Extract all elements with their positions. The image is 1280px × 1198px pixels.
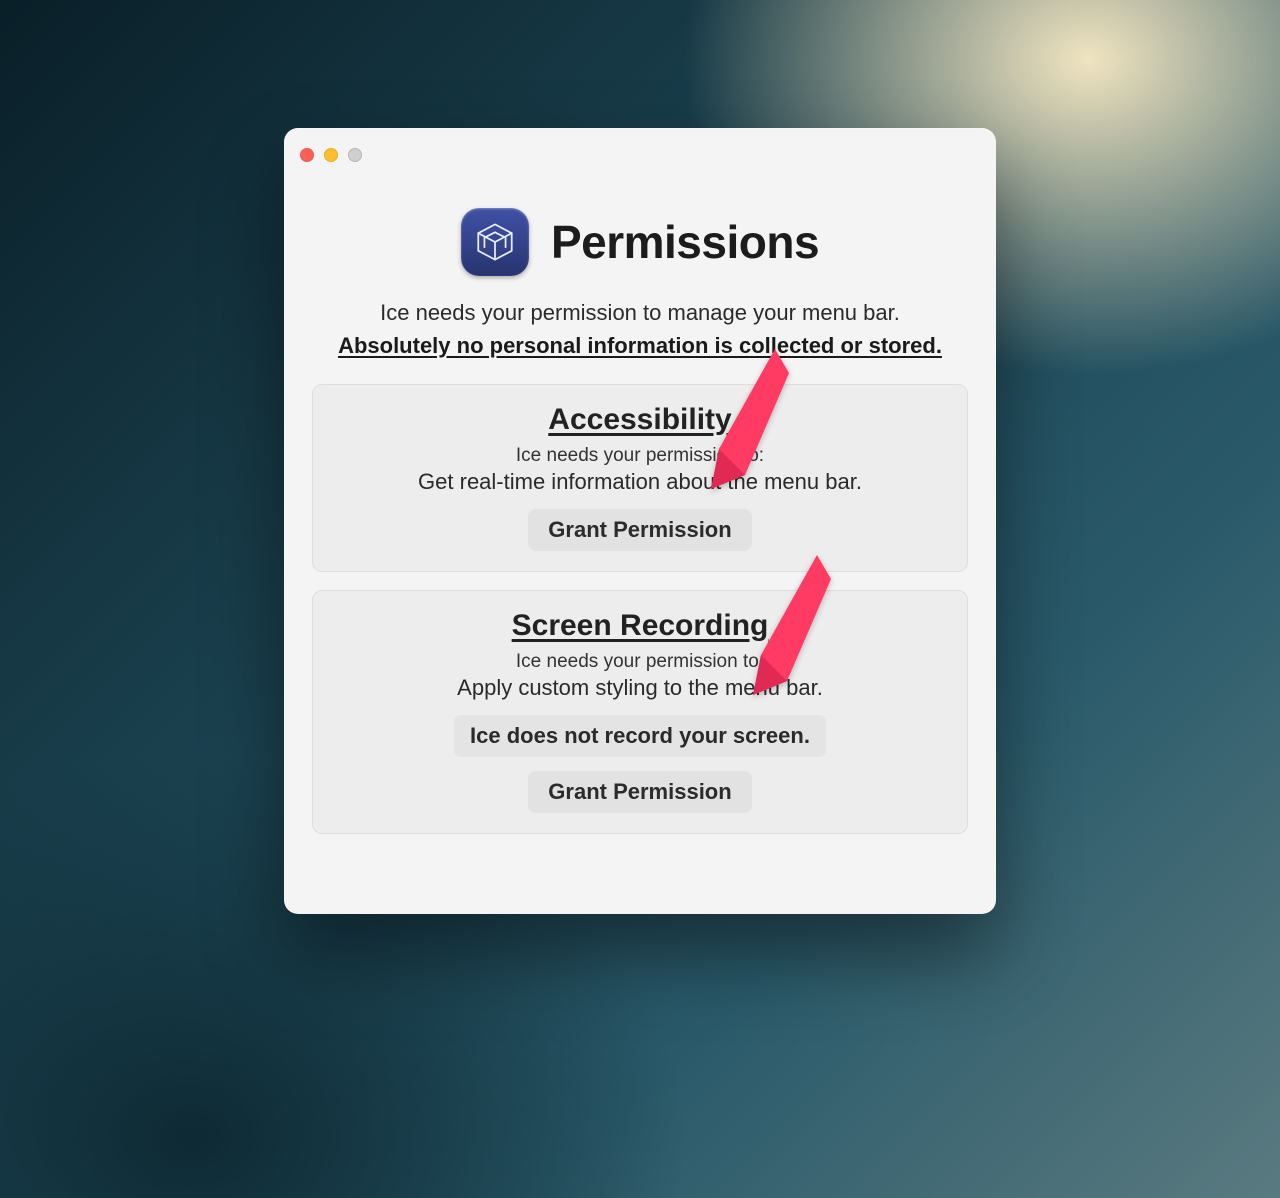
accessibility-line1: Ice needs your permission to: [333,445,947,467]
screen-recording-title: Screen Recording [333,609,947,643]
accessibility-grant-button[interactable]: Grant Permission [528,509,751,551]
window-minimize-button[interactable] [324,148,338,162]
permissions-window: Permissions Ice needs your permission to… [284,128,996,914]
header: Permissions Ice needs your permission to… [284,168,996,370]
window-titlebar [284,128,996,168]
page-title: Permissions [551,215,819,269]
screen-recording-card: Screen Recording Ice needs your permissi… [312,590,968,834]
screen-recording-line1: Ice needs your permission to: [333,651,947,673]
page-subtitle: Ice needs your permission to manage your… [380,298,900,329]
title-row: Permissions [461,208,819,276]
permission-cards: Accessibility Ice needs your permission … [284,370,996,834]
accessibility-title: Accessibility [333,403,947,437]
app-cube-icon [461,208,529,276]
accessibility-card: Accessibility Ice needs your permission … [312,384,968,572]
accessibility-line2: Get real-time information about the menu… [333,469,947,495]
screen-recording-line2: Apply custom styling to the menu bar. [333,675,947,701]
window-zoom-button[interactable] [348,148,362,162]
screen-recording-note: Ice does not record your screen. [454,715,826,757]
window-close-button[interactable] [300,148,314,162]
privacy-statement: Absolutely no personal information is co… [338,331,942,362]
screen-recording-grant-button[interactable]: Grant Permission [528,771,751,813]
